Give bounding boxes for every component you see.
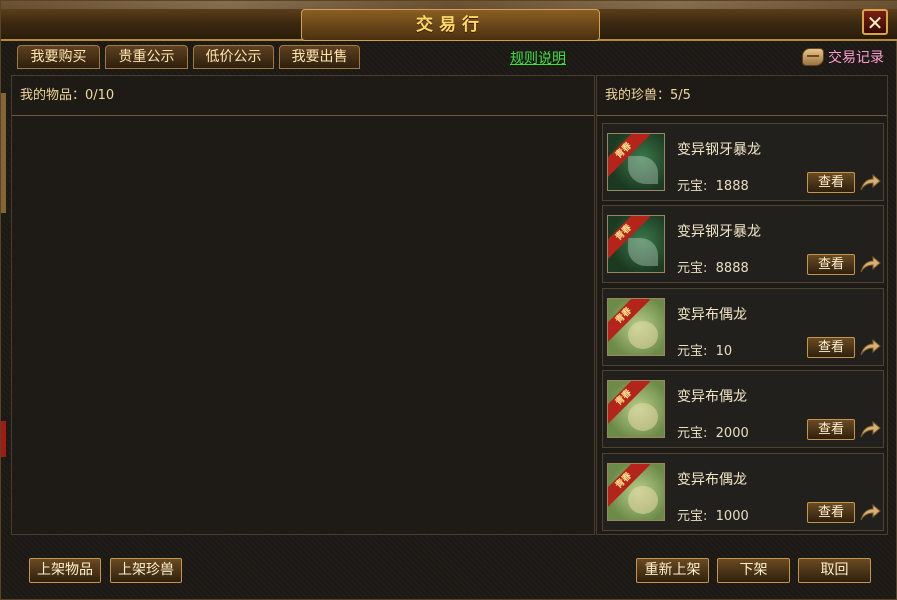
retrieve-button[interactable]: 取回	[798, 558, 871, 583]
my-items-panel: 我的物品：0/10	[11, 75, 595, 535]
window-title: 交易行	[416, 15, 485, 35]
view-button[interactable]: 查看	[807, 337, 855, 358]
pet-name: 变异钢牙暴龙	[677, 224, 761, 240]
pet-name: 变异布偶龙	[677, 389, 747, 405]
share-arrow-icon[interactable]	[859, 419, 881, 439]
pet-price: 元宝: 1000	[677, 505, 749, 524]
my-pets-panel: 我的珍兽：5/5 青春 变异钢牙暴龙 元宝: 1888 查看 青春 变异钢牙暴龙…	[596, 75, 888, 535]
pet-card[interactable]: 青春 变异钢牙暴龙 元宝: 1888 查看	[602, 123, 884, 201]
relist-button[interactable]: 重新上架	[636, 558, 709, 583]
share-arrow-icon[interactable]	[859, 502, 881, 522]
tab-sell[interactable]: 我要出售	[279, 45, 360, 69]
rules-link[interactable]: 规则说明	[510, 48, 566, 68]
pet-portrait	[628, 156, 658, 184]
price-label: 元宝:	[677, 261, 708, 276]
price-label: 元宝:	[677, 179, 708, 194]
pet-price: 元宝: 1888	[677, 175, 749, 194]
tab-lowprice-notice[interactable]: 低价公示	[193, 45, 274, 69]
pet-name: 变异布偶龙	[677, 472, 747, 488]
pet-name: 变异钢牙暴龙	[677, 142, 761, 158]
my-pets-header: 我的珍兽：5/5	[597, 76, 887, 116]
pet-card[interactable]: 青春 变异钢牙暴龙 元宝: 8888 查看	[602, 205, 884, 283]
share-arrow-icon[interactable]	[859, 337, 881, 357]
share-arrow-icon[interactable]	[859, 172, 881, 192]
view-button[interactable]: 查看	[807, 502, 855, 523]
trade-window: 交易行 ✕ 我要购买 贵重公示 低价公示 我要出售 规则说明 交易记录 我的物品…	[0, 0, 897, 600]
pet-price: 元宝: 8888	[677, 257, 749, 276]
list-pet-button[interactable]: 上架珍兽	[110, 558, 182, 583]
pet-portrait	[628, 403, 658, 431]
side-decoration	[1, 93, 6, 213]
pet-thumbnail: 青春	[607, 298, 665, 356]
view-button[interactable]: 查看	[807, 254, 855, 275]
side-decoration-red	[1, 421, 6, 457]
pet-price: 元宝: 2000	[677, 422, 749, 441]
pet-name: 变异布偶龙	[677, 307, 747, 323]
price-label: 元宝:	[677, 509, 708, 524]
pet-thumbnail: 青春	[607, 215, 665, 273]
price-value: 2000	[715, 426, 749, 441]
pet-thumbnail: 青春	[607, 380, 665, 438]
price-label: 元宝:	[677, 344, 708, 359]
price-value: 10	[715, 344, 733, 359]
price-label: 元宝:	[677, 426, 708, 441]
trade-log-label: 交易记录	[828, 50, 884, 66]
price-value: 1000	[715, 509, 749, 524]
scroll-icon	[802, 48, 824, 66]
share-arrow-icon[interactable]	[859, 254, 881, 274]
pet-card[interactable]: 青春 变异布偶龙 元宝: 2000 查看	[602, 370, 884, 448]
close-button[interactable]: ✕	[862, 9, 888, 35]
pet-thumbnail: 青春	[607, 463, 665, 521]
pet-portrait	[628, 321, 658, 349]
close-icon: ✕	[866, 11, 884, 35]
view-button[interactable]: 查看	[807, 419, 855, 440]
pet-thumbnail: 青春	[607, 133, 665, 191]
price-value: 8888	[715, 261, 749, 276]
delist-button[interactable]: 下架	[717, 558, 790, 583]
tab-buy[interactable]: 我要购买	[17, 45, 100, 69]
title-bar: 交易行 ✕	[1, 1, 897, 41]
list-item-button[interactable]: 上架物品	[29, 558, 101, 583]
pet-portrait	[628, 486, 658, 514]
pet-price: 元宝: 10	[677, 340, 732, 359]
my-items-header: 我的物品：0/10	[12, 76, 594, 116]
price-value: 1888	[715, 179, 749, 194]
pet-portrait	[628, 238, 658, 266]
tab-valuable-notice[interactable]: 贵重公示	[105, 45, 188, 69]
view-button[interactable]: 查看	[807, 172, 855, 193]
title-plate: 交易行	[301, 9, 600, 41]
trade-log-button[interactable]: 交易记录	[802, 45, 884, 69]
pet-card[interactable]: 青春 变异布偶龙 元宝: 10 查看	[602, 288, 884, 366]
pet-card[interactable]: 青春 变异布偶龙 元宝: 1000 查看	[602, 453, 884, 531]
